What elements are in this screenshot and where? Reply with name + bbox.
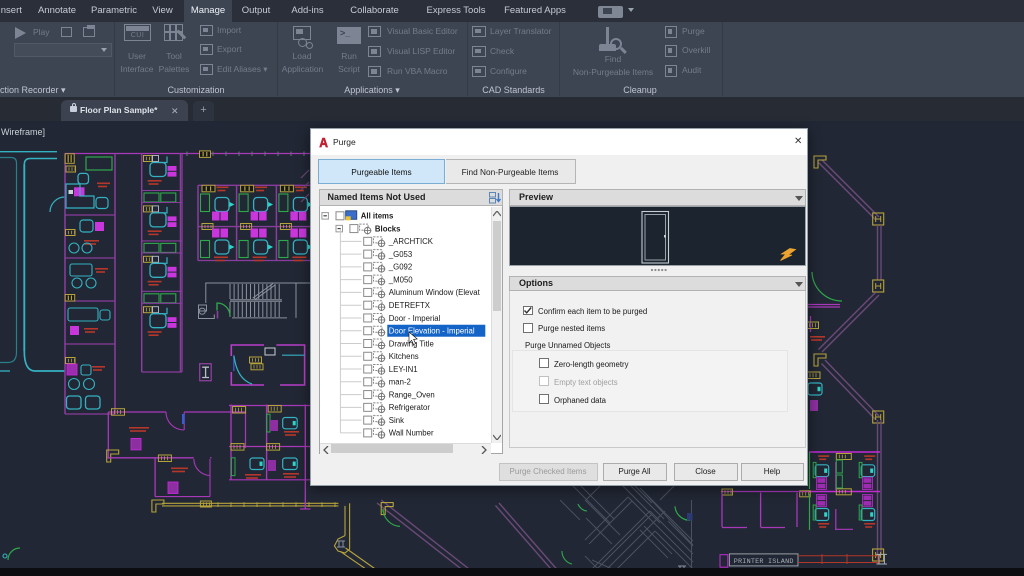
svg-text:Kitchens: Kitchens bbox=[388, 352, 418, 361]
svg-text:Wall Number: Wall Number bbox=[388, 429, 433, 438]
svg-text:_M050: _M050 bbox=[387, 275, 413, 284]
svg-text:_G092: _G092 bbox=[387, 263, 411, 272]
svg-text:Refrigerator: Refrigerator bbox=[388, 403, 430, 412]
svg-text:Aluminum Window (Elevat: Aluminum Window (Elevat bbox=[388, 288, 480, 297]
svg-text:Range_Oven: Range_Oven bbox=[388, 390, 434, 399]
svg-text:LEY-IN1: LEY-IN1 bbox=[388, 365, 417, 374]
svg-text:All items: All items bbox=[360, 212, 393, 221]
svg-text:_ARCHTICK: _ARCHTICK bbox=[387, 237, 433, 246]
svg-text:Sink: Sink bbox=[388, 416, 403, 425]
svg-text:PRINTER ISLAND: PRINTER ISLAND bbox=[734, 558, 794, 566]
svg-text:Blocks: Blocks bbox=[374, 224, 400, 233]
svg-text:man-2: man-2 bbox=[388, 378, 410, 387]
svg-text:DETREFTX: DETREFTX bbox=[388, 301, 430, 310]
svg-text:Door Elevation - Imperial: Door Elevation - Imperial bbox=[388, 327, 474, 336]
svg-text:Door - Imperial: Door - Imperial bbox=[388, 314, 440, 323]
svg-text:_G053: _G053 bbox=[387, 250, 411, 259]
